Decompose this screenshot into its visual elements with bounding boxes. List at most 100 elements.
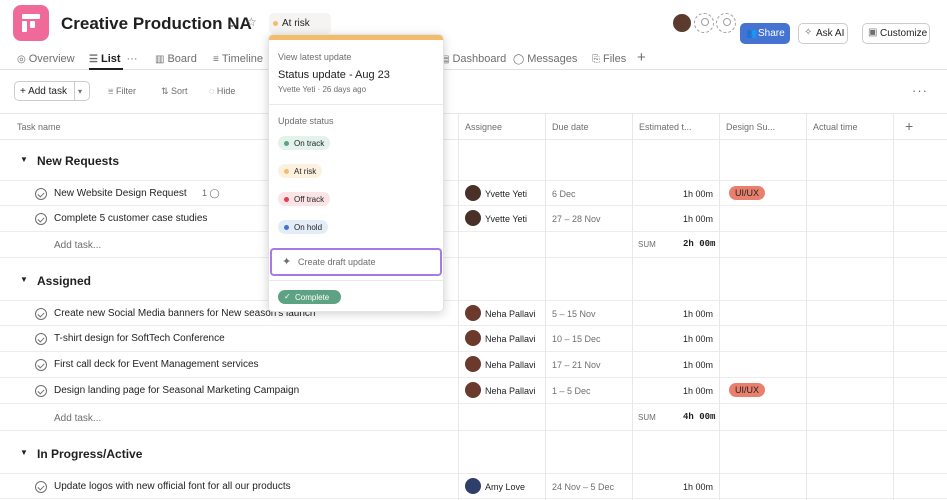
- empty-avatar-icon[interactable]: [694, 13, 714, 33]
- tab-list[interactable]: ☰ List ···: [89, 53, 138, 65]
- section-new-requests[interactable]: ▼ New Requests: [0, 148, 947, 176]
- collapse-caret-icon[interactable]: ▼: [20, 448, 28, 457]
- collapse-caret-icon[interactable]: ▼: [20, 155, 28, 164]
- sum-value: 4h 00m: [683, 412, 716, 422]
- member-avatar[interactable]: [672, 13, 692, 33]
- status-dot-icon: [273, 21, 278, 26]
- tab-board[interactable]: ▥ Board: [155, 53, 197, 65]
- add-task-row[interactable]: Add task... SUM 4h 00m: [0, 405, 947, 431]
- add-column-icon[interactable]: +: [905, 118, 913, 134]
- table-row[interactable]: Complete 5 customer case studies Yvette …: [0, 206, 947, 232]
- table-row[interactable]: Design landing page for Seasonal Marketi…: [0, 378, 947, 404]
- task-name[interactable]: Complete 5 customer case studies: [54, 213, 207, 224]
- project-title[interactable]: Creative Production NA: [61, 14, 252, 34]
- timeline-icon: ≡: [213, 54, 219, 65]
- task-due-date[interactable]: 5 – 15 Nov: [552, 309, 596, 319]
- chevron-down-icon[interactable]: ⌄: [227, 16, 237, 30]
- tab-dashboard[interactable]: ▤ Dashboard: [440, 53, 506, 65]
- status-option-on-track[interactable]: On track: [278, 136, 331, 150]
- table-row[interactable]: First call deck for Event Management ser…: [0, 352, 947, 378]
- empty-avatar-icon[interactable]: [716, 13, 736, 33]
- task-name[interactable]: T-shirt design for SoftTech Conference: [54, 333, 225, 344]
- tab-timeline[interactable]: ≡ Timeline: [213, 53, 263, 65]
- task-estimate[interactable]: 1h 00m: [683, 482, 713, 492]
- add-task-button[interactable]: + Add task: [14, 81, 75, 101]
- column-assignee[interactable]: Assignee: [465, 122, 502, 132]
- complete-check-icon[interactable]: [35, 359, 47, 371]
- filter-button[interactable]: ⩸ Filter: [108, 86, 136, 97]
- column-design-subtype[interactable]: Design Su...: [726, 122, 775, 132]
- add-tab-icon[interactable]: +: [637, 49, 646, 66]
- design-tag-badge[interactable]: UI/UX: [729, 186, 766, 200]
- task-due-date[interactable]: 6 Dec: [552, 189, 576, 199]
- avatar: [465, 330, 481, 346]
- chevron-down-icon[interactable]: ▾: [74, 81, 90, 101]
- complete-check-icon[interactable]: [35, 385, 47, 397]
- table-row[interactable]: New Website Design Request 1 ◯ Yvette Ye…: [0, 180, 947, 206]
- status-dot-icon: [284, 225, 289, 230]
- sum-value: 2h 00m: [683, 239, 716, 249]
- comment-icon: ◯: [209, 188, 220, 198]
- section-assigned[interactable]: ▼ Assigned: [0, 268, 947, 296]
- share-button[interactable]: 👥 Share: [740, 23, 790, 44]
- status-option-on-hold[interactable]: On hold: [278, 220, 329, 234]
- table-row[interactable]: Update logos with new official font for …: [0, 473, 947, 499]
- task-due-date[interactable]: 1 – 5 Dec: [552, 386, 591, 396]
- table-row[interactable]: Create new Social Media banners for New …: [0, 300, 947, 326]
- avatar: [465, 356, 481, 372]
- column-due-date[interactable]: Due date: [552, 122, 589, 132]
- complete-check-icon[interactable]: [35, 333, 47, 345]
- task-name[interactable]: First call deck for Event Management ser…: [54, 359, 259, 370]
- task-due-date[interactable]: 10 – 15 Dec: [552, 334, 601, 344]
- task-estimate[interactable]: 1h 00m: [683, 309, 713, 319]
- people-icon: 👥: [746, 28, 758, 38]
- eye-off-icon: ◌: [209, 86, 217, 96]
- task-name[interactable]: New Website Design Request: [54, 188, 187, 199]
- status-option-off-track[interactable]: Off track: [278, 192, 331, 206]
- column-estimated-time[interactable]: Estimated t...: [639, 122, 692, 132]
- avatar: [465, 478, 481, 494]
- create-draft-update-button[interactable]: ✦ Create draft update: [270, 248, 442, 276]
- divider: [269, 104, 443, 105]
- status-button[interactable]: At risk: [269, 13, 331, 34]
- sparkle-icon: ✧: [804, 27, 813, 38]
- complete-check-icon[interactable]: [35, 481, 47, 493]
- table-row[interactable]: T-shirt design for SoftTech Conference N…: [0, 326, 947, 352]
- task-name[interactable]: Design landing page for Seasonal Marketi…: [54, 385, 299, 396]
- task-estimate[interactable]: 1h 00m: [683, 189, 713, 199]
- sort-button[interactable]: ⇅ Sort: [161, 86, 188, 97]
- tab-options-icon[interactable]: ···: [127, 53, 138, 65]
- complete-check-icon[interactable]: [35, 308, 47, 320]
- ask-ai-button[interactable]: ✧ Ask AI: [798, 23, 848, 44]
- add-task-row[interactable]: Add task... SUM 2h 00m: [0, 232, 947, 258]
- latest-update-title[interactable]: Status update - Aug 23: [278, 69, 390, 81]
- complete-check-icon[interactable]: [35, 188, 47, 200]
- hide-button[interactable]: ◌ Hide: [209, 86, 235, 96]
- avatar: [465, 382, 481, 398]
- design-tag-badge[interactable]: UI/UX: [729, 383, 766, 397]
- section-in-progress[interactable]: ▼ In Progress/Active: [0, 441, 947, 469]
- task-estimate[interactable]: 1h 00m: [683, 334, 713, 344]
- complete-status-button[interactable]: ✓ Complete: [278, 290, 341, 304]
- task-estimate[interactable]: 1h 00m: [683, 214, 713, 224]
- task-due-date[interactable]: 17 – 21 Nov: [552, 360, 601, 370]
- complete-check-icon[interactable]: [35, 213, 47, 225]
- column-actual-time[interactable]: Actual time: [813, 122, 858, 132]
- star-icon[interactable]: ☆: [246, 15, 257, 29]
- status-option-at-risk[interactable]: At risk: [278, 164, 323, 178]
- more-options-icon[interactable]: ···: [912, 83, 928, 98]
- task-estimate[interactable]: 1h 00m: [683, 386, 713, 396]
- tab-overview[interactable]: ◎ Overview: [17, 53, 75, 65]
- subtask-count[interactable]: 1 ◯: [202, 188, 220, 199]
- project-app-icon[interactable]: [13, 5, 49, 41]
- task-name[interactable]: Update logos with new official font for …: [54, 481, 291, 492]
- customize-button[interactable]: ▣ Customize: [862, 23, 930, 44]
- collapse-caret-icon[interactable]: ▼: [20, 275, 28, 284]
- task-estimate[interactable]: 1h 00m: [683, 360, 713, 370]
- column-task-name[interactable]: Task name: [17, 122, 61, 132]
- task-due-date[interactable]: 24 Nov – 5 Dec: [552, 482, 614, 492]
- task-due-date[interactable]: 27 – 28 Nov: [552, 214, 601, 224]
- view-latest-update-link[interactable]: View latest update: [278, 52, 351, 62]
- tab-messages[interactable]: ◯ Messages: [513, 53, 577, 65]
- tab-files[interactable]: ⎘ Files: [592, 53, 626, 65]
